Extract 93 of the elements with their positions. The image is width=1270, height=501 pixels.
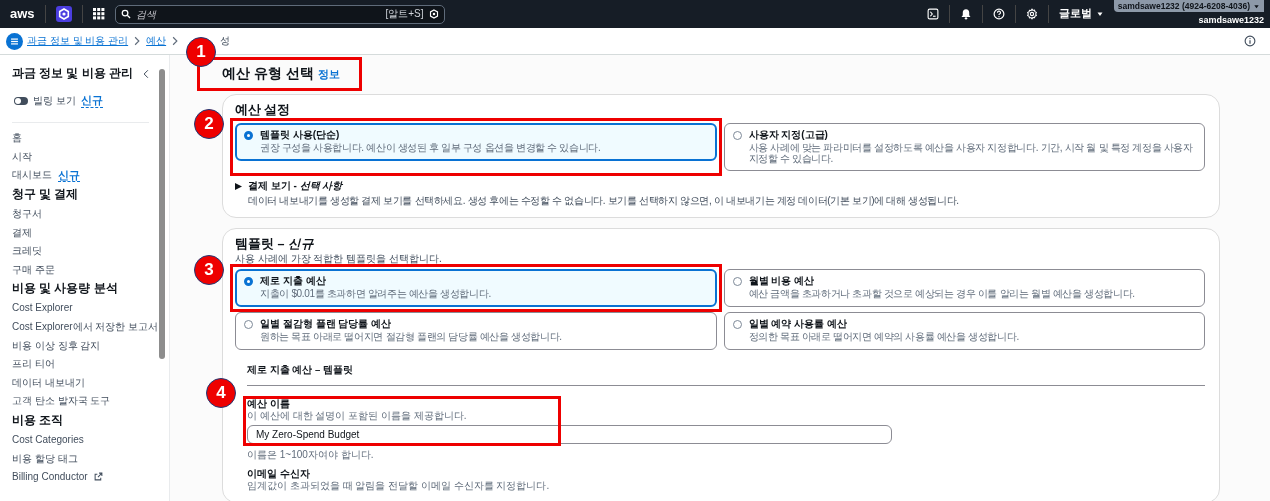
- shortcut-hint: [알트+S]: [385, 8, 424, 20]
- radio-option-card[interactable]: 제로 지출 예산 지출이 $0.01를 초과하면 알려주는 예산을 생성합니다.: [235, 269, 717, 308]
- field-description: 이 예산에 대한 설명이 포함된 이름을 제공합니다.: [247, 409, 468, 422]
- option-title: 일별 예약 사용률 예산: [748, 318, 848, 330]
- nav-link[interactable]: 프리 티어: [12, 358, 55, 370]
- option-description: 권장 구성을 사용합니다. 예산이 생성된 후 일부 구성 옵션을 변경할 수 있습니다.: [260, 141, 601, 154]
- radio-option-card[interactable]: 일별 예약 사용률 예산 정의한 목표 아래로 떨어지면 예약의 사용률 예산을 생성합니다.: [723, 312, 1205, 351]
- settings-icon: [1025, 8, 1038, 20]
- radio-button[interactable]: [732, 320, 742, 330]
- radio-option-card[interactable]: 템플릿 사용(단순) 권장 구성을 사용합니다. 예산이 생성된 후 일부 구성 옵션을 변경할 수 있습니다.: [235, 123, 717, 161]
- subsection-title: 제로 지출 예산 – 템플릿: [247, 364, 354, 376]
- budget-name-field[interactable]: My Zero-Spend Budget: [247, 424, 892, 444]
- menu-button[interactable]: [6, 32, 23, 50]
- bell-icon: [959, 8, 972, 20]
- nav-section-heading: 비용 조직: [12, 412, 65, 428]
- chevron-left-icon: [141, 68, 151, 79]
- section-title: 템플릿 – 신규: [235, 236, 315, 252]
- info-link[interactable]: 정보: [317, 68, 340, 81]
- radio-button[interactable]: [244, 277, 253, 287]
- option-title: 사용자 지정(고급): [748, 129, 829, 141]
- help-icon: [992, 8, 1005, 20]
- step-badge: 4: [206, 378, 236, 409]
- caret-down-icon: [1253, 2, 1260, 10]
- nav-link[interactable]: 구매 주문: [12, 263, 55, 276]
- hexagon-app-icon[interactable]: [55, 6, 72, 22]
- step-badge: 1: [186, 37, 216, 67]
- search-field[interactable]: 검색: [135, 8, 381, 20]
- account-menu[interactable]: samdsawe1232 (4924-6208-4036): [1113, 0, 1264, 12]
- nav-link[interactable]: 데이터 내보내기: [12, 376, 85, 389]
- nav-link[interactable]: Billing Conductor: [12, 471, 88, 483]
- nav-link[interactable]: 크레딧: [12, 245, 42, 257]
- caret-down-icon: [1095, 10, 1104, 18]
- nav-link[interactable]: 비용 할당 태그: [12, 452, 78, 465]
- nav-link[interactable]: 청구서: [12, 207, 42, 220]
- nav-link[interactable]: Cost Explorer에서 저장한 보고서: [12, 320, 159, 333]
- breadcrumb-link[interactable]: 과금 정보 및 비용 관리: [27, 35, 129, 47]
- field-hint: 이름은 1~100자여야 합니다.: [247, 448, 375, 461]
- option-description: 사용 사례에 맞는 파라미터를 설정하도록 예산을 사용자 지정합니다. 기간, 시작 월 및 특정 계정을 사용자 지정할 수 있습니다.: [748, 141, 1194, 166]
- section-title: 예산 설정: [235, 103, 292, 118]
- radio-button[interactable]: [244, 320, 253, 330]
- option-description: 정의한 목표 아래로 떨어지면 예약의 사용률 예산을 생성합니다.: [748, 330, 1019, 343]
- nav-section-heading: 청구 및 결제: [12, 186, 80, 202]
- option-title: 템플릿 사용(단순): [260, 129, 341, 141]
- new-badge: 신규: [80, 94, 103, 108]
- nav-link[interactable]: 홈: [12, 132, 22, 144]
- toggle-switch[interactable]: [14, 97, 28, 106]
- option-description: 원하는 목표 아래로 떨어지면 절감형 플랜의 담당률 예산을 생성합니다.: [260, 330, 562, 343]
- radio-button[interactable]: [244, 131, 253, 140]
- nav-link[interactable]: Cost Explorer: [12, 302, 73, 315]
- expander[interactable]: 결제 보기 - 선택 사항: [235, 179, 343, 194]
- field-label: 예산 이름: [247, 398, 291, 410]
- scrollbar[interactable]: [159, 69, 165, 359]
- step-badge: 2: [194, 109, 224, 139]
- nav-link[interactable]: 대시보드: [12, 169, 52, 182]
- radio-button[interactable]: [732, 277, 742, 287]
- terminal-icon: [926, 8, 939, 20]
- nav-link[interactable]: 고객 탄소 발자국 도구: [12, 395, 111, 407]
- username: samdsawe1232: [1198, 15, 1264, 26]
- page-title: 예산 유형 선택: [222, 65, 314, 82]
- info-icon: [1244, 35, 1256, 47]
- search-icon: [120, 9, 131, 19]
- collapse-button[interactable]: [141, 68, 151, 79]
- new-badge: 신규: [58, 168, 80, 182]
- nav-link[interactable]: Cost Categories: [12, 433, 84, 446]
- region-selector[interactable]: 글로벌: [1048, 7, 1114, 21]
- nav-section-heading: 비용 및 사용량 분석: [12, 281, 119, 297]
- menu-icon: [9, 35, 20, 47]
- nav-link[interactable]: 비용 이상 징후 감지: [12, 339, 101, 352]
- apps-grid-icon[interactable]: [92, 8, 105, 20]
- expander-description: 데이터 내보내기를 생성할 결제 보기를 선택하세요. 생성 후에는 수정할 수 없습니다. 보기를 선택하지 않으면, 이 내보내기는 계정 데이터(기본 보기)에 대해 생성됩니다.: [248, 195, 960, 207]
- field-label: 이메일 수신자: [247, 468, 311, 480]
- nav-link[interactable]: 시작: [12, 150, 32, 163]
- field-description: 임계값이 초과되었을 때 알림을 전달할 이메일 수신자를 지정합니다.: [247, 479, 551, 492]
- breadcrumb-current: 성: [220, 35, 231, 47]
- radio-button[interactable]: [732, 131, 742, 140]
- option-title: 일별 절감형 플랜 담당률 예산: [260, 318, 393, 330]
- radio-option-card[interactable]: 일별 절감형 플랜 담당률 예산 원하는 목표 아래로 떨어지면 절감형 플랜의 담당률 예산을 생성합니다.: [235, 312, 717, 351]
- triangle-icon: [235, 182, 242, 190]
- option-description: 지출이 $0.01를 초과하면 알려주는 예산을 생성합니다.: [260, 287, 491, 300]
- radio-option-card[interactable]: 사용자 지정(고급) 사용 사례에 맞는 파라미터를 설정하도록 예산을 사용자 지정합니다. 기간, 시작 월 및 특정 계정을 사용자 지정할 수 있습니다.: [723, 123, 1205, 172]
- search-bar[interactable]: 검색 [알트+S]: [114, 4, 445, 24]
- nav-link[interactable]: 결제: [12, 226, 32, 239]
- option-title: 월별 비용 예산: [748, 275, 816, 287]
- breadcrumb-link[interactable]: 예산: [146, 35, 167, 47]
- toggle-label: 빌링 보기: [33, 95, 76, 107]
- section-description: 사용 사례에 가장 적합한 템플릿을 선택합니다.: [235, 253, 443, 266]
- option-description: 예산 금액을 초과하거나 초과할 것으로 예상되는 경우 이를 알리는 월별 예산을 생성합니다.: [748, 287, 1135, 300]
- hexagon-icon: [428, 9, 439, 19]
- step-badge: 3: [194, 255, 224, 286]
- sidebar-title: 과금 정보 및 비용 관리: [12, 67, 133, 81]
- option-title: 제로 지출 예산: [260, 275, 327, 287]
- radio-option-card[interactable]: 월별 비용 예산 예산 금액을 초과하거나 초과할 것으로 예상되는 경우 이를 알리는 월별 예산을 생성합니다.: [723, 269, 1205, 308]
- logo[interactable]: aws: [10, 5, 46, 23]
